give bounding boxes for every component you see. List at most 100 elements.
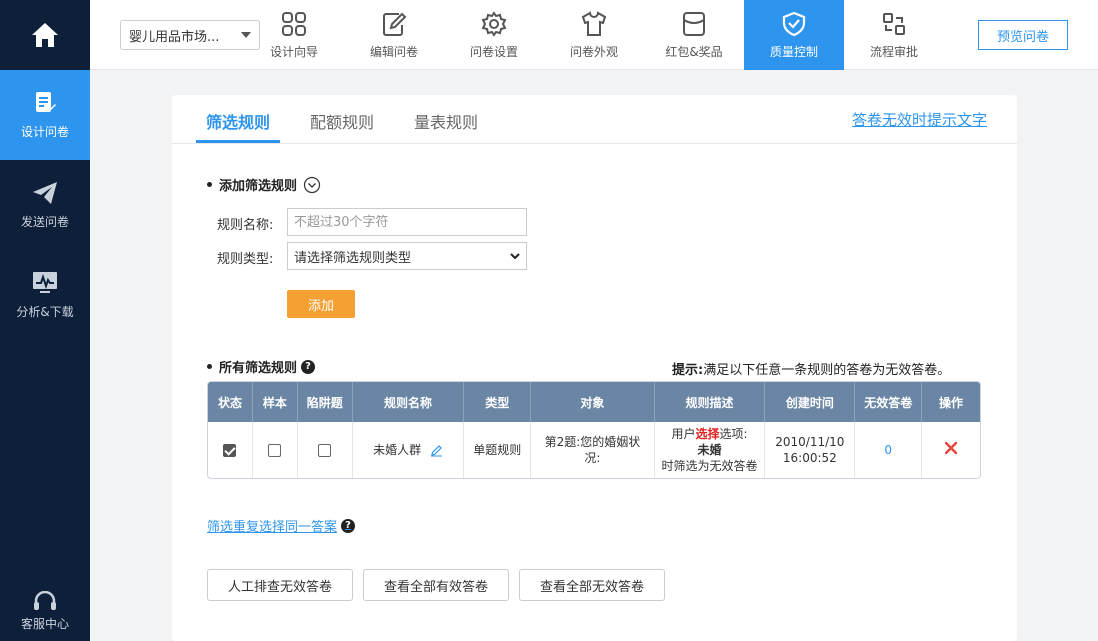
delete-icon[interactable] [944, 441, 958, 455]
tab-process-approval[interactable]: 流程审批 [844, 0, 944, 70]
tab-survey-settings[interactable]: 问卷设置 [444, 0, 544, 70]
edit-doc-icon [36, 91, 56, 112]
tab-label: 质量控制 [769, 44, 818, 59]
action-cell [922, 422, 980, 478]
filter-duplicate-answer-link[interactable]: 筛选重复选择同一答案 ? [207, 516, 356, 535]
chart-monitor-icon [33, 271, 57, 293]
tab-label: 流程审批 [869, 44, 918, 59]
description-cell: 用户选择选项: 未婚 时筛选为无效答卷 [655, 422, 766, 478]
tab-scale-rules[interactable]: 量表规则 [414, 109, 478, 133]
left-sidebar: 设计问卷 发送问卷 分析&下载 客服中心 [0, 0, 90, 641]
add-rule-section-title: 添加筛选规则 [207, 175, 321, 194]
nav-design-survey[interactable]: 设计问卷 [0, 70, 90, 160]
desc-end: 时筛选为无效答卷 [661, 459, 758, 473]
desc-suffix: 选项: [719, 427, 748, 441]
trap-checkbox[interactable] [318, 444, 332, 457]
customer-service[interactable]: 客服中心 [0, 581, 90, 641]
nav-label: 分析&下载 [16, 304, 74, 319]
customer-service-label: 客服中心 [20, 616, 69, 631]
nav-label: 设计问卷 [20, 124, 69, 139]
tab-label: 红包&奖品 [665, 44, 723, 59]
nav-label: 发送问卷 [20, 214, 69, 229]
nav-analysis-download[interactable]: 分析&下载 [0, 250, 90, 340]
col-header: 类型 [464, 382, 532, 422]
shirt-icon [581, 10, 607, 36]
tab-label: 设计向导 [269, 44, 318, 59]
created-time-cell: 2010/11/10 16:00:52 [765, 422, 856, 478]
desc-prefix: 用户 [671, 427, 696, 441]
invalid-answer-text-link[interactable]: 答卷无效时提示文字 [852, 109, 987, 130]
created-date: 2010/11/10 [775, 435, 845, 449]
col-header: 规则描述 [654, 382, 766, 422]
chevron-down-icon [510, 252, 520, 259]
view-all-invalid-button[interactable]: 查看全部无效答卷 [519, 569, 665, 601]
col-header: 规则名称 [352, 382, 465, 422]
created-time: 16:00:52 [782, 451, 837, 465]
home-icon [32, 23, 58, 47]
rule-name-cell: 未婚人群 [353, 422, 465, 478]
sample-checkbox[interactable] [268, 444, 282, 457]
section-title-text: 添加筛选规则 [219, 179, 298, 194]
trap-cell [298, 422, 353, 478]
flow-icon [883, 12, 905, 35]
tab-quota-rules[interactable]: 配额规则 [310, 109, 374, 133]
rule-type-label: 规则类型: [217, 252, 274, 267]
invalid-count-link[interactable]: 0 [884, 443, 892, 457]
col-header: 陷阱题 [297, 382, 353, 422]
add-rule-button[interactable]: 添加 [287, 290, 355, 318]
dup-link-text: 筛选重复选择同一答案 [207, 520, 338, 535]
col-header: 创建时间 [765, 382, 856, 422]
tip-label: 提示: [672, 363, 704, 378]
pencil-icon[interactable] [430, 444, 443, 457]
view-all-valid-button[interactable]: 查看全部有效答卷 [363, 569, 509, 601]
filter-rules-table: 状态 样本 陷阱题 规则名称 类型 对象 规则描述 创建时间 无效答卷 操作 未… [207, 381, 981, 479]
invalid-count-cell: 0 [855, 422, 923, 478]
rule-type-value: 请选择筛选规则类型 [294, 250, 412, 266]
table-header-row: 状态 样本 陷阱题 规则名称 类型 对象 规则描述 创建时间 无效答卷 操作 [208, 382, 980, 422]
tab-label: 编辑问卷 [369, 44, 418, 59]
target-line: 况: [584, 451, 601, 465]
edit-icon [383, 12, 407, 36]
home-button[interactable] [0, 0, 90, 70]
col-header: 样本 [252, 382, 298, 422]
subtab-bar: 筛选规则 配额规则 量表规则 答卷无效时提示文字 [172, 95, 1017, 144]
top-toolbar: 婴儿用品市场... 设计向导 编辑问卷 问卷设置 问卷外观 红包&奖品 质量控制 [90, 0, 1098, 70]
status-checkbox[interactable] [223, 444, 237, 457]
shield-check-icon [782, 11, 806, 36]
rule-name-label: 规则名称: [217, 218, 274, 233]
envelope-icon [683, 11, 705, 36]
tab-filter-rules[interactable]: 筛选规则 [206, 109, 270, 133]
tab-survey-appearance[interactable]: 问卷外观 [544, 0, 644, 70]
rule-type-select[interactable]: 请选择筛选规则类型 [287, 242, 527, 270]
col-header: 状态 [208, 382, 253, 422]
tip-text: 满足以下任意一条规则的答卷为无效答卷。 [703, 363, 951, 378]
tab-red-packet-prizes[interactable]: 红包&奖品 [644, 0, 744, 70]
headset-icon [34, 590, 56, 610]
tab-label: 问卷设置 [469, 44, 518, 59]
gear-icon [481, 10, 507, 37]
help-icon[interactable]: ? [341, 518, 356, 533]
rule-name: 未婚人群 [373, 443, 422, 457]
col-header: 操作 [922, 382, 980, 422]
preview-survey-button[interactable]: 预览问卷 [978, 20, 1068, 50]
rule-type-cell: 单题规则 [464, 422, 532, 478]
tab-label: 问卷外观 [569, 44, 618, 59]
bullet [207, 364, 212, 369]
tab-quality-control[interactable]: 质量控制 [744, 0, 844, 70]
survey-name: 婴儿用品市场... [129, 29, 220, 45]
table-row: 未婚人群 单题规则 第2题:您的婚姻状 况: 用户选择选项: 未婚 时筛选为无效… [208, 422, 980, 478]
tab-edit-survey[interactable]: 编辑问卷 [344, 0, 444, 70]
active-tab-indicator [196, 140, 280, 143]
all-rules-section-title: 所有筛选规则 ? [207, 357, 316, 376]
rule-name-input[interactable] [287, 208, 527, 236]
help-icon[interactable]: ? [301, 359, 316, 374]
chevron-circle-down-icon[interactable] [303, 176, 321, 194]
survey-selector[interactable]: 婴儿用品市场... [120, 20, 260, 50]
target-cell: 第2题:您的婚姻状 况: [531, 422, 655, 478]
desc-option: 未婚 [697, 443, 722, 457]
sample-cell [253, 422, 298, 478]
manual-check-invalid-button[interactable]: 人工排查无效答卷 [207, 569, 353, 601]
tab-design-wizard[interactable]: 设计向导 [244, 0, 344, 70]
rules-tip: 提示:满足以下任意一条规则的答卷为无效答卷。 [672, 359, 950, 378]
nav-send-survey[interactable]: 发送问卷 [0, 160, 90, 250]
